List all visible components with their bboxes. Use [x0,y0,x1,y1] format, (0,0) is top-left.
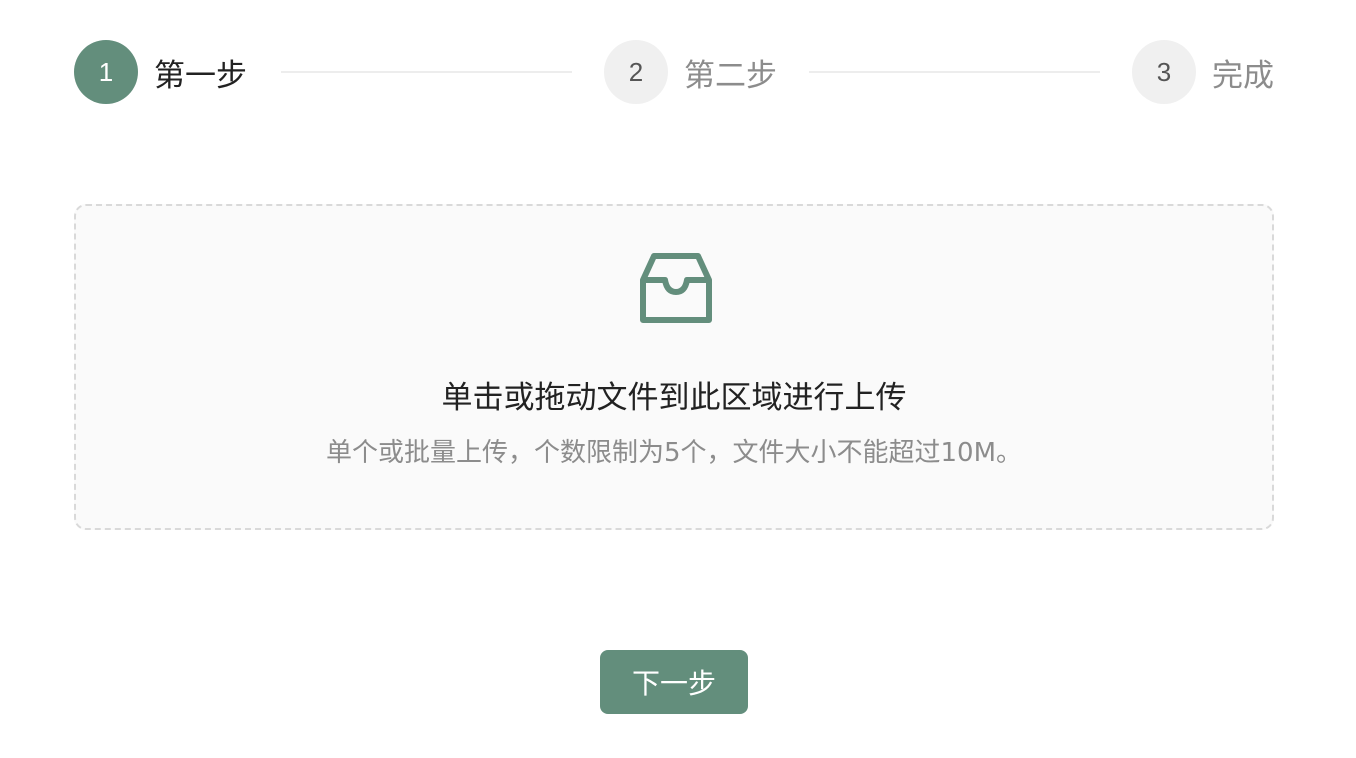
upload-hint: 单个或批量上传，个数限制为5个，文件大小不能超过10M。 [325,438,1023,468]
step-2-number: 2 [604,40,668,104]
upload-dropzone[interactable]: 单击或拖动文件到此区域进行上传 单个或批量上传，个数限制为5个，文件大小不能超过… [74,204,1274,530]
step-connector-1 [281,71,572,73]
step-3-title: 完成 [1212,57,1274,94]
steps-bar: 1 第一步 2 第二步 3 完成 [74,40,1274,104]
step-connector-2 [809,71,1100,73]
page: 1 第一步 2 第二步 3 完成 单击或拖动文件到此区域进行上传 单个或批量上传… [0,0,1356,758]
step-1: 1 第一步 [74,40,247,104]
step-2: 2 第二步 [604,40,777,104]
step-2-title: 第二步 [684,57,777,94]
upload-title: 单击或拖动文件到此区域进行上传 [441,380,907,416]
next-step-button[interactable]: 下一步 [600,650,748,714]
step-1-title: 第一步 [154,57,247,94]
step-3-number: 3 [1132,40,1196,104]
inbox-icon [640,253,712,323]
step-3: 3 完成 [1132,40,1274,104]
step-1-number: 1 [74,40,138,104]
